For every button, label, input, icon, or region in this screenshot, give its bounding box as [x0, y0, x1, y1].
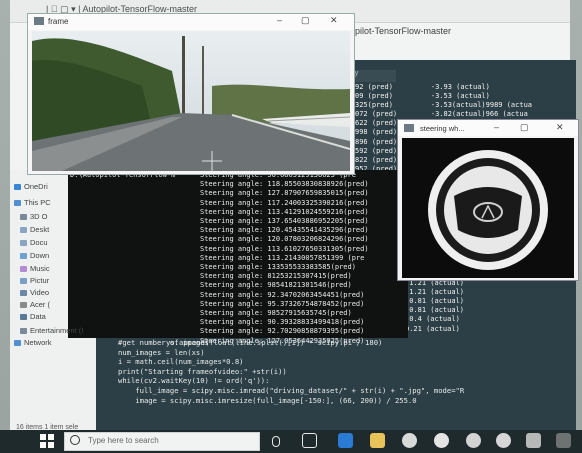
search-placeholder: Type here to search — [88, 436, 159, 445]
prediction-line: -0.4 (actual) — [405, 315, 460, 324]
steering-wheel-icon — [402, 138, 574, 278]
terminal-line: Steering angle: 127.0536442935925(pred) — [200, 336, 365, 345]
terminal-line: Steering angle: 95.37326754878452(pred) — [200, 299, 365, 308]
prediction-line: -1.21 (actual) — [405, 279, 465, 288]
nav-item[interactable]: Network — [24, 338, 52, 347]
app-icon-4[interactable] — [556, 433, 571, 448]
nav-item[interactable]: Deskt — [30, 225, 49, 234]
app-icon — [34, 17, 44, 25]
nav-item-icon — [20, 302, 27, 308]
nav-item[interactable]: This PC — [24, 198, 51, 207]
nav-item-icon — [14, 200, 21, 206]
steering-wheel-view — [402, 138, 574, 278]
nav-item-icon — [14, 340, 21, 346]
cortana-icon[interactable] — [70, 435, 80, 445]
terminal-line: Steering angle: 120.07803206824296(pred) — [200, 235, 369, 244]
app-icon-3[interactable] — [526, 433, 541, 448]
code-line: print("Starting frameofvideo:" +str(i)) — [118, 366, 287, 376]
terminal-line: Steering angle: 137.65403886952205(pred) — [200, 217, 369, 226]
prediction-line: -0.81 (actual) — [405, 297, 465, 306]
prediction-line: 325(pred) -3.53(actual)9989 (actua — [355, 101, 533, 110]
prediction-line: 072 (pred) -3.82(actual)966 (actua — [355, 110, 528, 119]
code-lines[interactable]: #get number of images num_images = len(xs… — [118, 338, 464, 405]
repo-title: pilot-TensorFlow-master — [355, 26, 452, 36]
nav-item-icon — [20, 266, 27, 272]
terminal-line: Steering angle: 92.70290858879395(pred) — [200, 327, 365, 336]
road-video-frame — [32, 31, 350, 171]
nav-item[interactable]: Entertainment (I — [30, 326, 83, 335]
nav-item-icon — [20, 290, 27, 296]
code-line: while(cv2.waitKey(10) != ord('q')): — [118, 376, 270, 386]
nav-item-icon — [20, 227, 27, 233]
terminal-line: Steering angle: 120.45435541435296(pred) — [200, 226, 369, 235]
edge-icon[interactable] — [338, 433, 353, 448]
store-icon[interactable] — [402, 433, 417, 448]
code-line: image = scipy.misc.imresize(full_image[-… — [118, 395, 417, 405]
app-icon-2[interactable] — [496, 433, 511, 448]
app-icon — [404, 124, 414, 132]
terminal-line: Steering angle: 81253215307415(pred) — [200, 272, 352, 281]
maximize-icon[interactable]: ▢ — [301, 15, 310, 26]
nav-item-icon — [20, 214, 27, 220]
chrome-icon[interactable] — [434, 433, 449, 448]
nav-item-icon — [20, 253, 27, 259]
terminal-line: Steering angle: 90.39328833499418(pred) — [200, 318, 365, 327]
nav-item[interactable]: Acer ( — [30, 300, 50, 309]
prediction-line: 92 (pred) -3.93 (actual) — [355, 83, 490, 91]
terminal-line: Steering angle: 118.85503830838926(pred) — [200, 180, 369, 189]
nav-item[interactable]: Down — [30, 251, 49, 260]
file-explorer-icon[interactable] — [370, 433, 385, 448]
nav-item[interactable]: Music — [30, 264, 50, 273]
terminal-line: Steering angle: 113.21430057851399 (pre — [200, 253, 365, 262]
app-icon-1[interactable] — [466, 433, 481, 448]
terminal-line: Steering angle: 113.61027650331305(pred) — [200, 244, 369, 253]
nav-item[interactable]: Docu — [30, 238, 48, 247]
nav-item-icon — [20, 328, 27, 334]
code-line: full_image = scipy.misc.imread("driving_… — [118, 385, 465, 395]
close-icon[interactable]: ✕ — [556, 122, 564, 133]
nav-item[interactable]: Data — [30, 312, 46, 321]
nav-item-icon — [20, 278, 27, 284]
nav-item[interactable]: OneDri — [24, 182, 48, 191]
road-scene-image — [32, 31, 350, 171]
minimize-icon[interactable]: – — [277, 15, 282, 25]
code-line: i = math.ceil(num_images*0.8) — [118, 357, 244, 367]
prediction-line: -0.81 (actual) — [405, 306, 465, 315]
nav-item[interactable]: Pictur — [30, 276, 49, 285]
prediction-line: :1.21 (actual) — [405, 288, 465, 297]
terminal-line: Steering angle: 98541821301546(pred) — [200, 281, 352, 290]
terminal-line: Steering angle: 117.24003325390216(pred) — [200, 198, 369, 207]
code-line: num_images = len(xs) — [118, 347, 205, 357]
nav-item[interactable]: 3D O — [30, 212, 48, 221]
terminal-line: Steering angle: 98527915635745(pred) — [200, 309, 352, 318]
close-icon[interactable]: ✕ — [330, 15, 338, 26]
steering-title: steering wh... — [420, 124, 465, 133]
terminal-line: Steering angle: 113.41291024559216(pred) — [200, 207, 369, 216]
windows-start-icon[interactable] — [40, 434, 54, 448]
maximize-icon[interactable]: ▢ — [520, 122, 529, 133]
nav-item-icon — [20, 240, 27, 246]
nav-item-icon — [14, 184, 21, 190]
prediction-line: 09 (pred) -3.53 (actual) — [355, 92, 490, 101]
microphone-icon[interactable] — [272, 436, 280, 447]
terminal-line: Steering angle: 92.34702063454451(pred) — [200, 290, 365, 299]
minimize-icon[interactable]: – — [494, 122, 499, 132]
terminal-line: Steering angle: 133535533383585(pred) — [200, 263, 356, 272]
frame-title: frame — [48, 17, 69, 26]
nav-item-icon — [20, 314, 27, 320]
prediction-line: 0.21 (actual) — [405, 324, 460, 333]
task-view-icon[interactable] — [302, 433, 317, 448]
terminal-output: Steering angle: 56.0865129138623 (pre Ste… — [200, 171, 369, 346]
nav-item[interactable]: Video — [30, 288, 49, 297]
terminal-line: Steering angle: 127.87907659835015(pred) — [200, 189, 369, 198]
